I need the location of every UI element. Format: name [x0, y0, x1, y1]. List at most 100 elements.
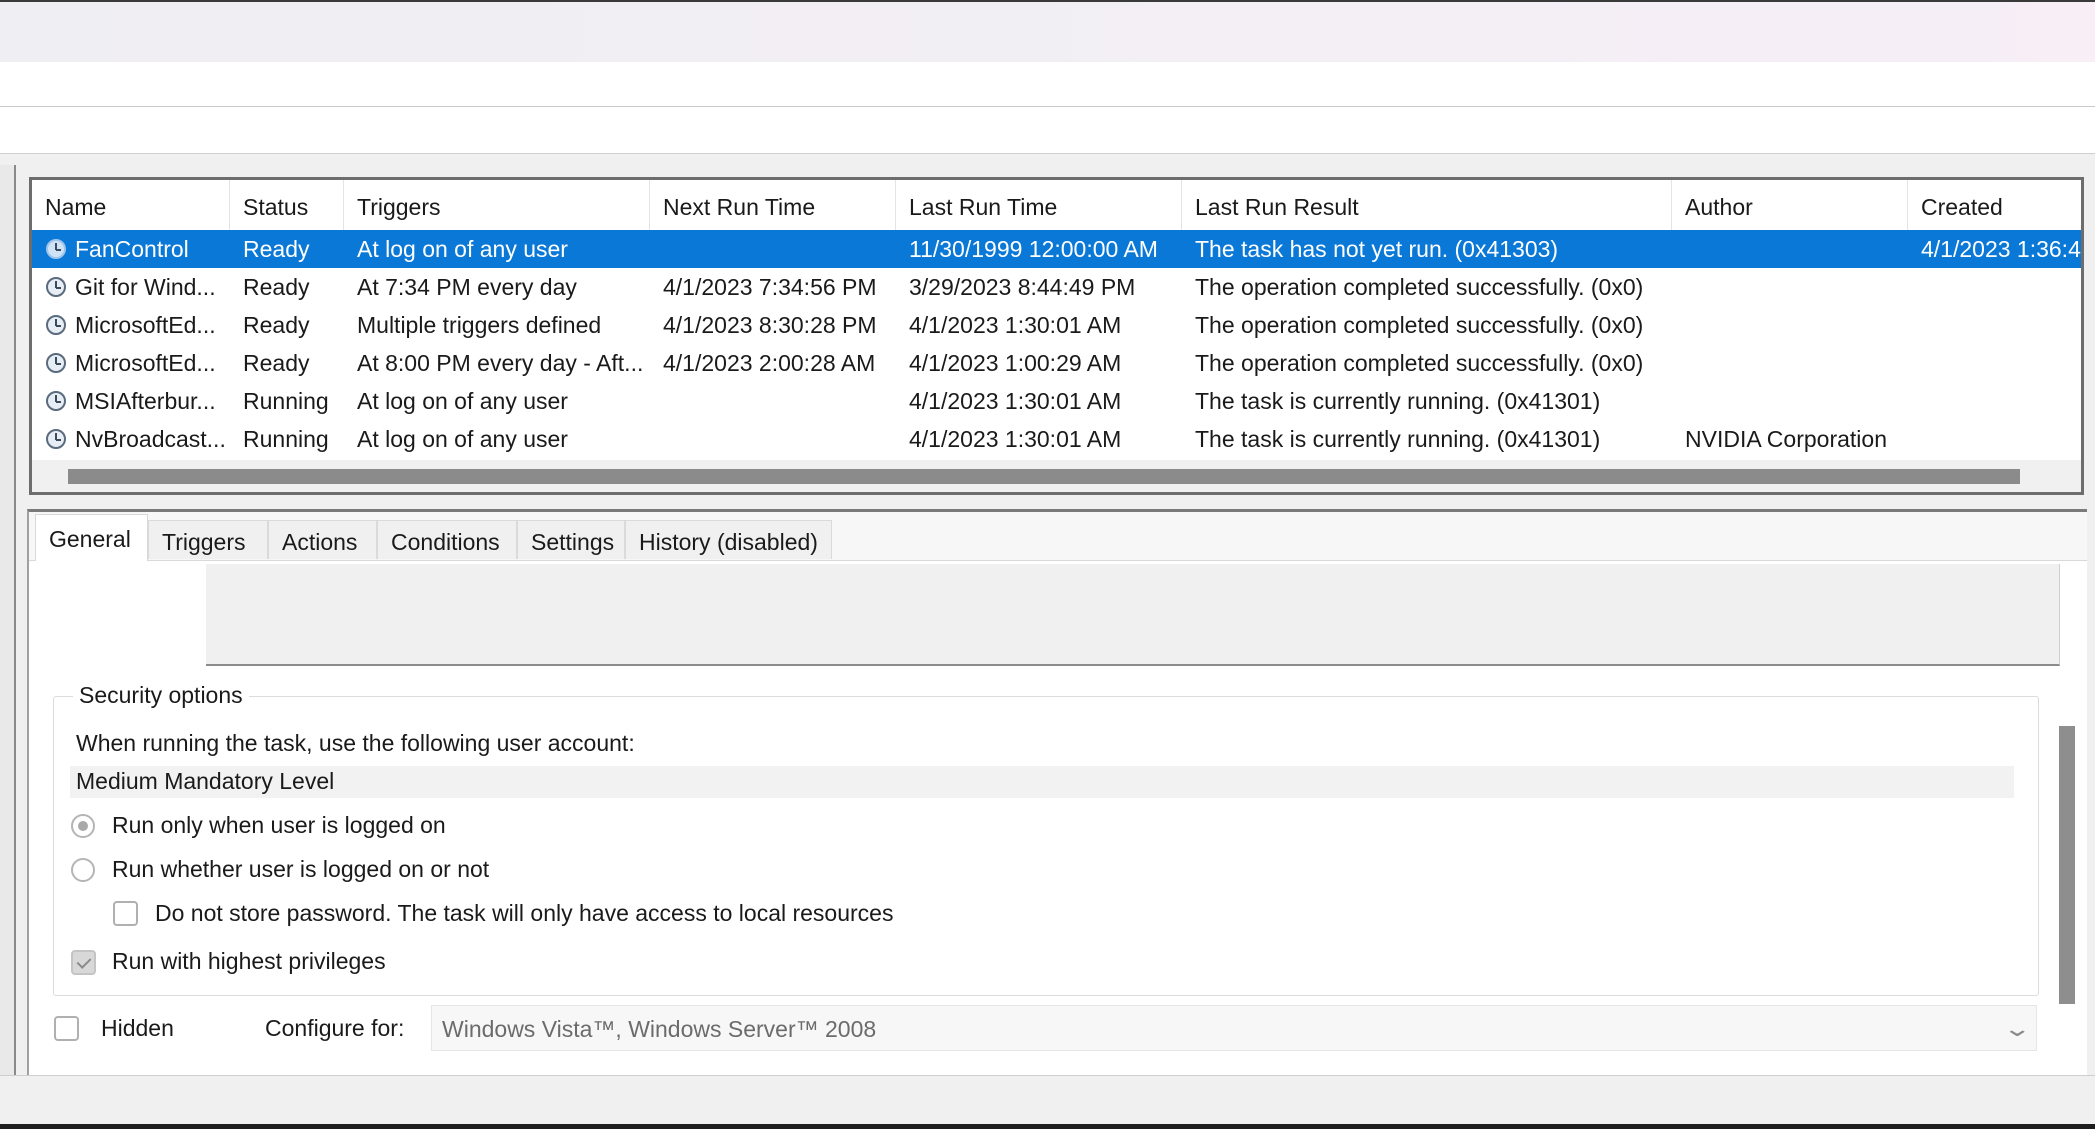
do-not-store-password-checkbox[interactable]: [113, 901, 138, 926]
run-only-logged-on-radio[interactable]: [71, 814, 95, 838]
task-triggers: At 7:34 PM every day: [357, 274, 577, 300]
task-last-run: 3/29/2023 8:44:49 PM: [909, 274, 1136, 300]
task-name: NvBroadcast...: [75, 426, 226, 452]
task-row[interactable]: MSIAfterbur... Running At log on of any …: [32, 382, 2081, 420]
task-last-result: The task is currently running. (0x41301): [1195, 426, 1601, 452]
task-row[interactable]: FanControl Ready At log on of any user 1…: [32, 230, 2081, 268]
task-last-run: 4/1/2023 1:30:01 AM: [909, 312, 1122, 338]
task-row[interactable]: MicrosoftEd... Ready At 8:00 PM every da…: [32, 344, 2081, 382]
tab-history[interactable]: History (disabled): [625, 520, 832, 559]
task-last-run: 4/1/2023 1:00:29 AM: [909, 350, 1122, 376]
column-header-created[interactable]: Created: [1908, 180, 2081, 230]
task-triggers: At log on of any user: [357, 236, 568, 262]
task-triggers: At 8:00 PM every day - Aft...: [357, 350, 644, 376]
task-status: Ready: [243, 350, 310, 376]
tab-settings[interactable]: Settings: [517, 520, 625, 559]
details-tab-bar: General Triggers Actions Conditions Sett…: [29, 512, 2087, 561]
highest-privileges-label: Run with highest privileges: [112, 948, 386, 974]
task-last-result: The task has not yet run. (0x41303): [1195, 236, 1559, 262]
highest-privileges-checkbox[interactable]: [71, 950, 96, 975]
task-row[interactable]: Git for Wind... Ready At 7:34 PM every d…: [32, 268, 2081, 306]
task-last-result: The operation completed successfully. (0…: [1195, 312, 1644, 338]
task-created: [1908, 344, 2081, 382]
chevron-down-icon: ⌄: [2002, 1016, 2032, 1041]
task-status: Ready: [243, 236, 310, 262]
task-author: [1672, 230, 1908, 268]
toolbar: [0, 107, 2095, 154]
task-next-run: 4/1/2023 2:00:28 AM: [663, 350, 876, 376]
task-created: [1908, 268, 2081, 306]
task-author: [1672, 382, 1908, 420]
do-not-store-password-label: Do not store password. The task will onl…: [155, 900, 894, 926]
task-triggers: Multiple triggers defined: [357, 312, 602, 338]
column-header-last-run-time[interactable]: Last Run Time: [896, 180, 1182, 230]
description-box[interactable]: [206, 564, 2060, 666]
column-header-last-run-result[interactable]: Last Run Result: [1182, 180, 1672, 230]
task-next-run: 4/1/2023 8:30:28 PM: [663, 312, 877, 338]
hidden-checkbox[interactable]: [54, 1016, 79, 1041]
menu-bar: [0, 62, 2095, 107]
run-whether-logged-on-radio[interactable]: [71, 858, 95, 882]
column-header-name[interactable]: Name: [32, 180, 230, 230]
security-options-label: Security options: [73, 682, 249, 709]
task-author: [1672, 306, 1908, 344]
task-status: Ready: [243, 312, 310, 338]
task-next-run: [650, 230, 896, 268]
task-next-run: 4/1/2023 7:34:56 PM: [663, 274, 877, 300]
task-status: Running: [243, 388, 329, 414]
task-status: Ready: [243, 274, 310, 300]
task-next-run: [650, 382, 896, 420]
task-last-result: The operation completed successfully. (0…: [1195, 274, 1644, 300]
task-last-result: The operation completed successfully. (0…: [1195, 350, 1644, 376]
details-vertical-scrollbar[interactable]: [2051, 726, 2075, 1078]
tab-actions[interactable]: Actions: [268, 520, 377, 559]
task-name: MicrosoftEd...: [75, 312, 216, 338]
top-edge: [0, 0, 2095, 2]
task-author: [1672, 268, 1908, 306]
task-name: MSIAfterbur...: [75, 388, 216, 414]
task-triggers: At log on of any user: [357, 426, 568, 452]
column-header-next-run-time[interactable]: Next Run Time: [650, 180, 896, 230]
tab-conditions[interactable]: Conditions: [377, 520, 517, 559]
task-author: [1672, 344, 1908, 382]
tab-triggers[interactable]: Triggers: [148, 520, 268, 559]
configure-for-dropdown[interactable]: Windows Vista™, Windows Server™ 2008 ⌄: [431, 1005, 2037, 1051]
task-last-run: 11/30/1999 12:00:00 AM: [909, 236, 1158, 262]
task-created: [1908, 382, 2081, 420]
task-last-run: 4/1/2023 1:30:01 AM: [909, 426, 1122, 452]
horizontal-scrollbar-thumb[interactable]: [68, 469, 2020, 484]
task-status: Running: [243, 426, 329, 452]
hidden-label: Hidden: [101, 1015, 174, 1041]
task-next-run: [650, 420, 896, 458]
configure-for-value: Windows Vista™, Windows Server™ 2008: [442, 1016, 877, 1042]
user-account-prompt: When running the task, use the following…: [76, 730, 635, 756]
navigation-pane-edge[interactable]: [0, 165, 16, 1075]
user-account-value: Medium Mandatory Level: [76, 768, 335, 794]
task-name: Git for Wind...: [75, 274, 216, 300]
status-bar: [0, 1075, 2095, 1126]
task-last-result: The task is currently running. (0x41301): [1195, 388, 1601, 414]
configure-for-label: Configure for:: [265, 1015, 405, 1041]
task-triggers: At log on of any user: [357, 388, 568, 414]
task-row[interactable]: NvBroadcast... Running At log on of any …: [32, 420, 2081, 458]
task-details-pane: General Triggers Actions Conditions Sett…: [27, 509, 2087, 1078]
vertical-scrollbar-thumb[interactable]: [2059, 726, 2075, 1004]
run-only-logged-on-label: Run only when user is logged on: [112, 812, 446, 838]
task-row[interactable]: MicrosoftEd... Ready Multiple triggers d…: [32, 306, 2081, 344]
run-whether-logged-on-label: Run whether user is logged on or not: [112, 856, 490, 882]
user-account-field: Medium Mandatory Level: [70, 766, 2014, 798]
task-name: FanControl: [75, 236, 189, 262]
task-author: NVIDIA Corporation: [1685, 426, 1887, 452]
task-list-horizontal-scrollbar[interactable]: [32, 460, 2081, 492]
window-title-area: [0, 0, 2095, 62]
column-header-status[interactable]: Status: [230, 180, 344, 230]
task-created: [1908, 306, 2081, 344]
task-list[interactable]: Name Status Triggers Next Run Time Last …: [29, 177, 2084, 495]
task-last-run: 4/1/2023 1:30:01 AM: [909, 388, 1122, 414]
column-header-author[interactable]: Author: [1672, 180, 1908, 230]
column-header-triggers[interactable]: Triggers: [344, 180, 650, 230]
task-name: MicrosoftEd...: [75, 350, 216, 376]
bottom-edge: [0, 1124, 2095, 1129]
tab-general[interactable]: General: [35, 514, 148, 561]
task-created: 4/1/2023 1:36:43: [1921, 236, 2081, 262]
